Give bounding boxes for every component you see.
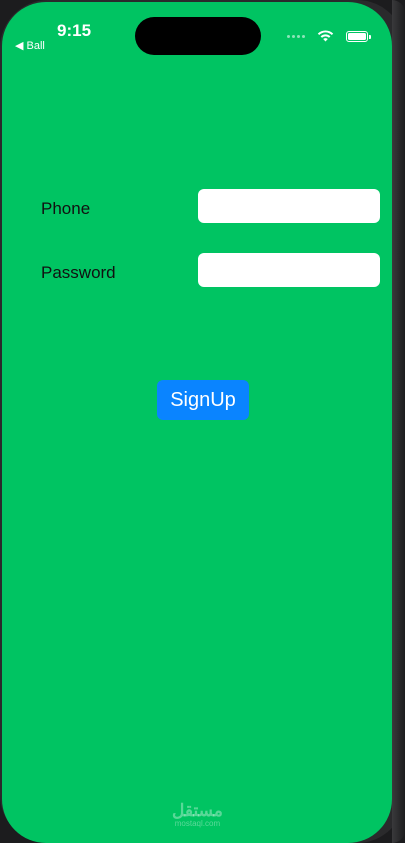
battery-icon [346,30,371,42]
status-indicators [287,30,371,42]
device-frame: 9:15 ◀ Ball Phone Password SignUp مستقل … [0,0,405,843]
device-edge [392,0,405,843]
watermark-url: mostaql.com [174,819,221,828]
phone-field[interactable] [198,189,380,223]
status-time: 9:15 [57,21,92,40]
password-field[interactable] [198,253,380,287]
signup-button[interactable]: SignUp [157,380,249,420]
watermark-logo: مستقل [172,801,223,820]
signal-icon [287,34,305,38]
app-screen: 9:15 ◀ Ball Phone Password SignUp مستقل … [2,2,392,843]
wifi-icon [317,30,334,42]
back-to-app-link[interactable]: ◀ Ball [15,39,45,52]
watermark: مستقل mostaql.com [172,802,223,828]
password-label: Password [41,263,116,282]
phone-label: Phone [41,199,91,218]
dynamic-island [135,17,261,55]
